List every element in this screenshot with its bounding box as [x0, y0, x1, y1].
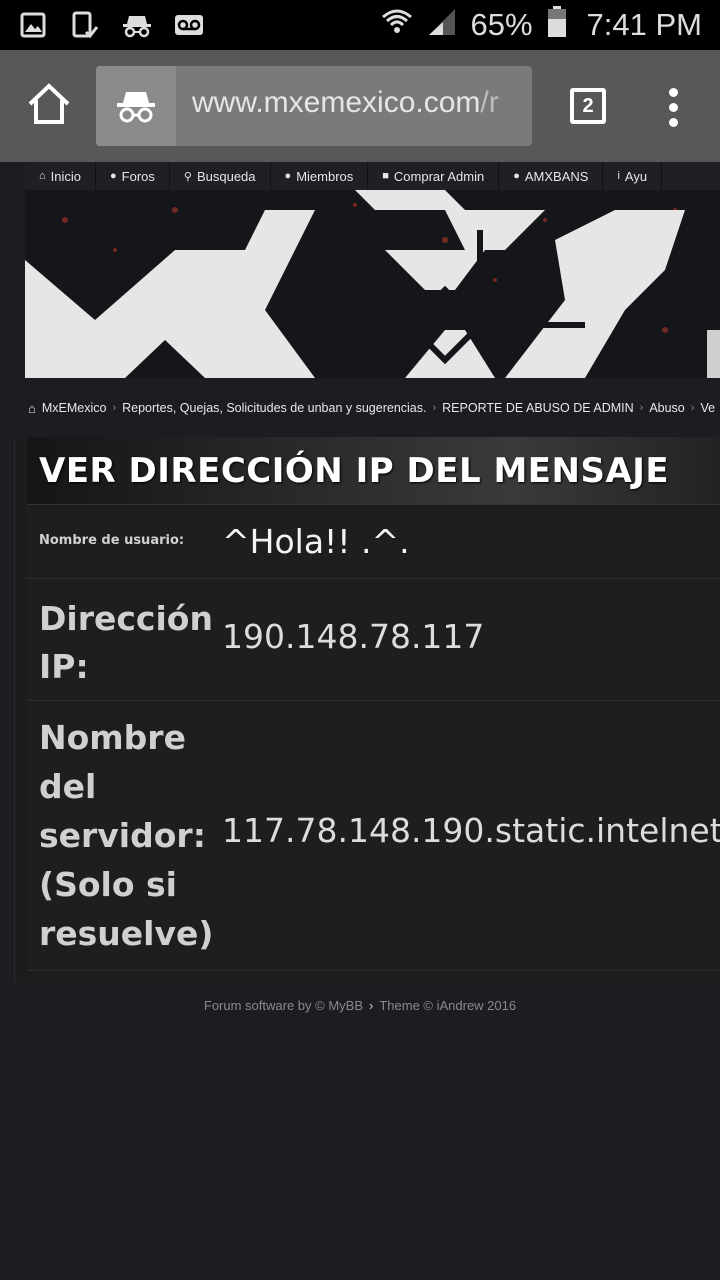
breadcrumb-item[interactable]: Reportes, Quejas, Solicitudes de unban y… — [122, 401, 426, 415]
home-button[interactable] — [24, 80, 74, 130]
forum-navbar: ⌂ Inicio ● Foros ⚲ Busqueda ● Miembros ■ Comp… — [25, 162, 720, 190]
signal-icon — [427, 7, 457, 42]
nav-foros[interactable]: ● Foros — [96, 162, 170, 190]
wifi-icon — [381, 7, 413, 42]
tab-switcher-button[interactable]: 2 — [570, 88, 606, 124]
banner-logo-image — [25, 190, 720, 378]
row-ip: Dirección IP: 190.148.78.117 — [27, 579, 720, 701]
panel-title: VER DIRECCIÓN IP DEL MENSAJE — [39, 451, 670, 491]
incognito-icon — [122, 10, 152, 40]
chevron-right-icon: › — [432, 402, 437, 414]
breadcrumb: ⌂ MxEMexico › Reportes, Quejas, Solicitu… — [28, 398, 720, 418]
breadcrumb-item[interactable]: Abuso — [649, 401, 684, 415]
chevron-right-icon: › — [639, 402, 644, 414]
breadcrumb-item[interactable]: MxEMexico — [42, 401, 107, 415]
row-label: Nombre del servidor: (Solo si resuelve) — [39, 718, 214, 953]
home-icon: ⌂ — [39, 170, 46, 182]
ip-info-panel: VER DIRECCIÓN IP DEL MENSAJE Nombre de u… — [14, 437, 720, 983]
comments-icon: ● — [110, 170, 117, 182]
breadcrumb-item[interactable]: REPORTE DE ABUSO DE ADMIN — [442, 401, 633, 415]
row-hostname: Nombre del servidor: (Solo si resuelve) … — [27, 701, 720, 971]
home-icon: ⌂ — [28, 400, 36, 416]
nav-inicio[interactable]: ⌂ Inicio — [25, 162, 97, 190]
footer-mybb-link[interactable]: Forum software by © MyBB — [204, 998, 363, 1013]
web-page: ⌂ Inicio ● Foros ⚲ Busqueda ● Miembros ■ Comp… — [0, 162, 720, 1280]
users-icon: ● — [284, 170, 292, 182]
clock: 7:41 PM — [586, 6, 702, 42]
row-label: Nombre de usuario: — [39, 533, 185, 548]
chevron-right-icon: › — [369, 998, 374, 1013]
gallery-icon — [18, 10, 48, 40]
overflow-menu-button[interactable] — [664, 88, 684, 128]
info-icon: i — [617, 170, 620, 182]
user-ban-icon: ● — [513, 170, 520, 182]
row-label: Dirección IP: — [39, 599, 213, 686]
tablet-check-icon — [70, 10, 100, 40]
url-text[interactable]: www.mxemexico.com/r — [192, 86, 522, 120]
status-bar: 65% 7:41 PM — [0, 0, 720, 50]
panel-header: VER DIRECCIÓN IP DEL MENSAJE — [27, 437, 720, 505]
username-value: ^Hola!! .^. — [222, 522, 410, 561]
footer-theme-credit[interactable]: Theme © iAndrew 2016 — [379, 998, 516, 1013]
row-username: Nombre de usuario: ^Hola!! .^. — [27, 506, 720, 579]
nav-comprar-admin[interactable]: ■ Comprar Admin — [368, 162, 500, 190]
incognito-icon — [96, 66, 176, 146]
breadcrumb-item: Ve — [700, 401, 716, 415]
lock-icon: ■ — [382, 170, 389, 182]
home-icon — [28, 83, 70, 124]
voicemail-icon — [174, 10, 204, 40]
ip-value: 190.148.78.117 — [222, 617, 485, 656]
battery-percent: 65% — [470, 6, 533, 42]
chevron-right-icon: › — [690, 402, 695, 414]
hostname-value: 117.78.148.190.static.intelnet.n — [222, 811, 720, 850]
chevron-right-icon: › — [112, 402, 117, 414]
search-icon: ⚲ — [183, 170, 192, 183]
nav-amxbans[interactable]: ● AMXBANS — [499, 162, 604, 190]
footer: Forum software by © MyBB › Theme © iAndrew… — [0, 998, 720, 1013]
nav-busqueda[interactable]: ⚲ Busqueda — [170, 162, 271, 190]
address-bar[interactable]: www.mxemexico.com/r — [96, 66, 532, 146]
nav-miembros[interactable]: ● Miembros — [271, 162, 369, 190]
nav-ayuda[interactable]: i Ayu — [603, 162, 663, 190]
forum-banner[interactable] — [25, 190, 720, 378]
battery-icon — [547, 6, 567, 43]
browser-toolbar: www.mxemexico.com/r 2 — [0, 50, 720, 162]
